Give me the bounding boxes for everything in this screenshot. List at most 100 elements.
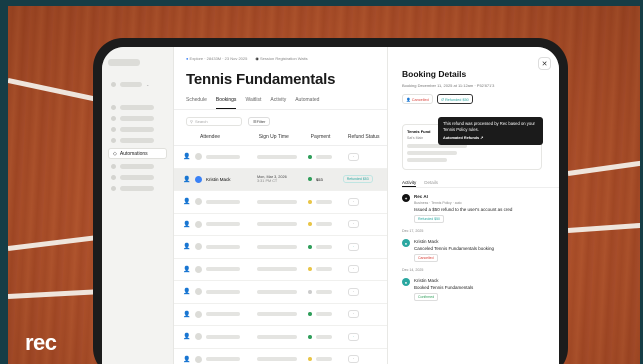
sidebar-item[interactable]: [108, 103, 167, 112]
column-header-signup[interactable]: Sign Up Time: [259, 134, 311, 145]
cancelled-badge: 👤 Cancelled: [402, 94, 433, 104]
tab-automated[interactable]: Automated: [295, 97, 319, 109]
user-check-icon: 👤: [183, 221, 191, 228]
status-badge: ·: [348, 332, 360, 341]
tab-activity[interactable]: Activity: [270, 97, 286, 109]
user-check-icon: 👤: [183, 199, 191, 206]
sidebar: ⌄ ◇ Automations: [102, 47, 174, 364]
search-icon: ⚲: [190, 119, 193, 124]
user-x-icon: 👤: [183, 244, 191, 251]
clock-icon: ◉: [255, 56, 259, 61]
table-row[interactable]: 👤 ·: [174, 214, 387, 236]
tooltip-link[interactable]: Automated Refunds ↗: [443, 135, 538, 141]
table-row-selected[interactable]: 👤 Kristin Mack Mon, Mar 3, 2026 3:31 PM …: [174, 168, 387, 191]
attendee-name: Kristin Mack: [206, 176, 231, 182]
panel-tabs: Activity Details: [402, 180, 559, 188]
toolbar: ⚲ Search ☰ Filter: [174, 110, 387, 126]
tooltip: This refund was processed by Rec based o…: [438, 117, 543, 145]
sidebar-item[interactable]: [108, 184, 167, 193]
sidebar-item[interactable]: [108, 125, 167, 134]
tab-details-panel[interactable]: Details: [424, 180, 438, 187]
status-badge: ·: [348, 197, 360, 206]
search-placeholder: Search: [194, 119, 208, 124]
refunded-badge[interactable]: ↺ Refunded $50: [436, 94, 473, 104]
user-check-icon: 👤: [183, 154, 191, 161]
filter-button[interactable]: ☰ Filter: [248, 117, 271, 126]
sidebar-item[interactable]: [108, 162, 167, 171]
tab-activity-panel[interactable]: Activity: [402, 180, 417, 187]
avatar: [195, 153, 202, 161]
close-button[interactable]: ✕: [538, 57, 551, 70]
user-x-icon: 👤: [183, 334, 191, 341]
user-check-icon: 👤: [183, 289, 191, 296]
breadcrumb-item[interactable]: ◉ Session Registration Waits: [255, 56, 307, 61]
activity-feed: ✦ Rec AI Business · Tennis Policy · auto…: [402, 194, 559, 301]
signup-time: 3:31 PM CT: [257, 179, 278, 184]
status-badge: ·: [348, 152, 360, 161]
sidebar-item[interactable]: ⌄: [108, 80, 167, 89]
status-badge: ·: [348, 287, 360, 296]
avatar: [195, 175, 202, 183]
column-header-payment[interactable]: Payment: [311, 134, 348, 145]
table-row[interactable]: 👤 ·: [174, 236, 387, 259]
event-text: Booked Tennis Fundamentals: [414, 285, 474, 290]
circle-icon: ●: [186, 56, 189, 61]
table-row[interactable]: 👤 ·: [174, 191, 387, 214]
event-meta: Business · Tennis Policy · auto: [414, 201, 462, 205]
user-x-icon: 👤: [183, 356, 191, 363]
feed-date: Dec 14, 2025: [402, 268, 424, 272]
feed-date: Dec 17, 2025: [402, 229, 424, 233]
breadcrumb-item[interactable]: ● Explore · 28433M · 23 Nov 2025: [186, 56, 247, 61]
tab-schedule[interactable]: Schedule: [186, 97, 207, 109]
sidebar-logo-placeholder: [108, 59, 140, 66]
tab-bar: Schedule Bookings Waitlist Activity Auto…: [174, 88, 387, 110]
sidebar-item[interactable]: [108, 136, 167, 145]
status-badge: ·: [348, 265, 360, 274]
court-line: [567, 222, 640, 233]
court-line: [8, 234, 103, 251]
panel-subtitle: Booking December 11, 2025 at 11:12am · P…: [402, 83, 495, 88]
event-author: Kristin Mack: [414, 278, 439, 283]
table-row[interactable]: 👤 ·: [174, 146, 387, 169]
close-icon: ✕: [541, 60, 548, 68]
rec-ai-icon: ✦: [402, 194, 410, 202]
tab-waitlist[interactable]: Waitlist: [245, 97, 261, 109]
rec-logo: rec: [25, 330, 57, 355]
feed-event: ● Kristin Mack Booked Tennis Fundamental…: [402, 278, 559, 301]
table-row[interactable]: 👤 ·: [174, 326, 387, 349]
breadcrumb: ● Explore · 28433M · 23 Nov 2025 ◉ Sessi…: [174, 47, 387, 61]
sidebar-item-automations[interactable]: ◇ Automations: [108, 148, 167, 159]
sidebar-item-label: Automations: [119, 150, 148, 157]
status-badge: ·: [348, 242, 360, 251]
user-avatar-icon: ●: [402, 239, 410, 247]
event-text: Issued a $50 refund to the user's accoun…: [414, 207, 513, 212]
user-x-icon: 👤: [406, 97, 411, 102]
booking-details-panel: ✕ Booking Details Booking December 11, 2…: [387, 47, 559, 364]
table-row[interactable]: 👤 ·: [174, 259, 387, 281]
tab-bookings[interactable]: Bookings: [215, 97, 237, 109]
event-author: Rec AI: [414, 194, 428, 199]
user-avatar-icon: ●: [402, 278, 410, 286]
court-line: [567, 159, 640, 176]
table-row[interactable]: 👤 ·: [174, 281, 387, 304]
sidebar-item[interactable]: [108, 114, 167, 123]
column-header-refund[interactable]: Refund Status: [348, 134, 387, 145]
status-badge: ·: [348, 220, 360, 229]
badge-row: 👤 Cancelled ↺ Refunded $50: [402, 94, 559, 104]
status-badge: ·: [348, 355, 360, 364]
main-content: ● Explore · 28433M · 23 Nov 2025 ◉ Sessi…: [174, 47, 387, 364]
table-row[interactable]: 👤 ·: [174, 304, 387, 326]
event-tag: Confirmed: [414, 293, 439, 301]
tablet-frame: ⌄ ◇ Automations ● Explore · 28433M · 23 …: [93, 38, 568, 364]
automation-icon: ◇: [113, 150, 117, 157]
sidebar-item[interactable]: [108, 173, 167, 182]
refund-icon: ↺: [440, 97, 444, 102]
table-row[interactable]: 👤 ·: [174, 349, 387, 364]
status-badge: ·: [348, 310, 360, 319]
event-tag: Cancelled: [414, 254, 438, 262]
feed-event: ✦ Rec AI Business · Tennis Policy · auto…: [402, 194, 559, 223]
search-input[interactable]: ⚲ Search: [186, 117, 242, 126]
column-header-attendee[interactable]: Attendee: [200, 134, 259, 145]
court-line: [8, 289, 104, 299]
event-text: Canceled Tennis Fundamentals booking: [414, 246, 494, 251]
